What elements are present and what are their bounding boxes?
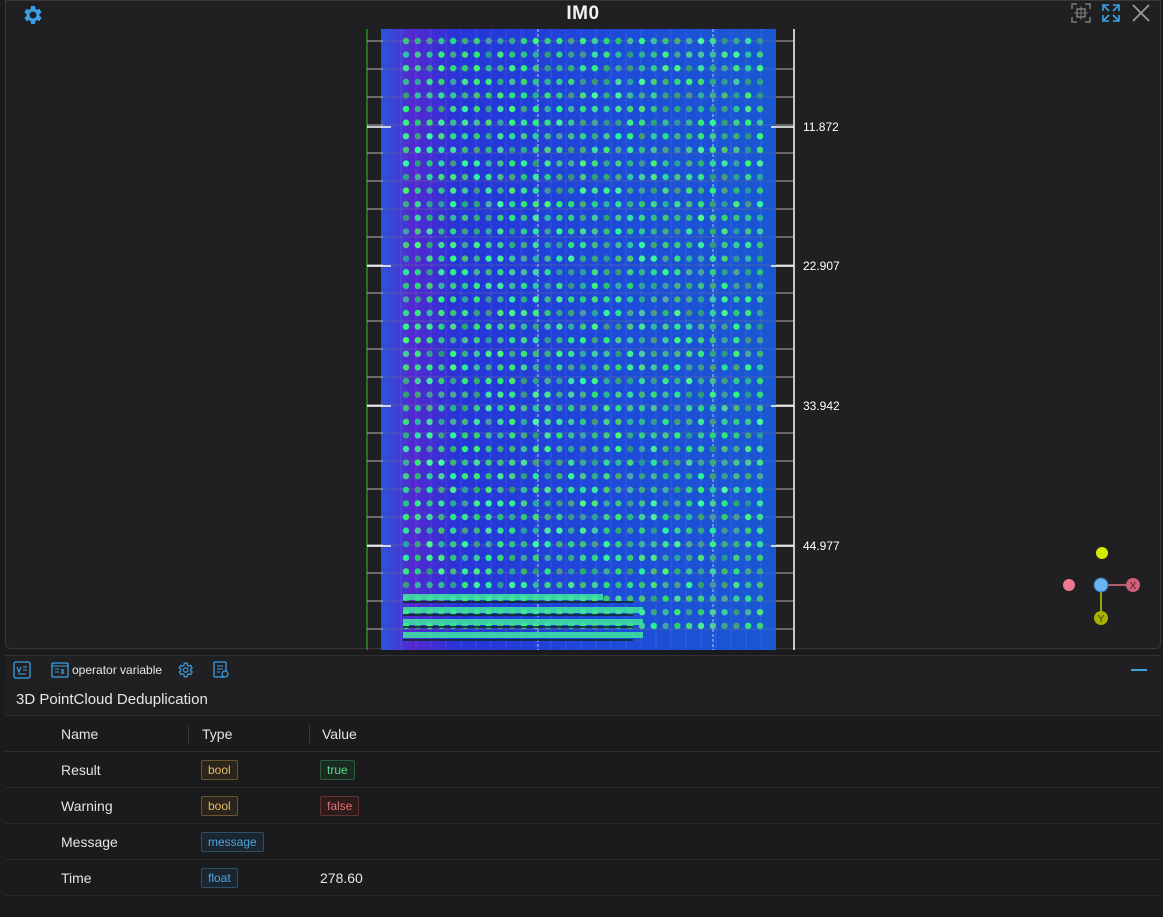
type-badge: bool bbox=[201, 759, 238, 780]
report-button[interactable] bbox=[212, 660, 230, 679]
panel-title: 3D PointCloud Deduplication bbox=[5, 684, 1161, 716]
axis-neg-x-handle[interactable] bbox=[1063, 579, 1075, 591]
table-row[interactable]: Warning bool false bbox=[5, 788, 1161, 824]
value-badge: true bbox=[320, 759, 355, 780]
axis-z-handle[interactable] bbox=[1096, 547, 1108, 559]
operator-variable-label: operator variable bbox=[72, 662, 163, 677]
value-badge: false bbox=[320, 795, 360, 816]
table-row[interactable]: Result bool true bbox=[5, 752, 1161, 788]
expand-icon[interactable] bbox=[1100, 2, 1122, 24]
viewer-panel: IM0 11.872 22.907 33.942 44.977 X Y bbox=[5, 0, 1161, 650]
axis-gizmo[interactable]: X Y bbox=[1056, 541, 1146, 631]
axis-y-label: Y bbox=[1098, 614, 1105, 625]
type-badge: float bbox=[201, 867, 238, 888]
settings-gear-icon bbox=[178, 662, 194, 677]
row-name: Result bbox=[61, 761, 101, 778]
column-header-value[interactable]: Value bbox=[310, 726, 1161, 742]
viewer-title: IM0 bbox=[566, 3, 600, 24]
table-row[interactable]: Message message bbox=[5, 824, 1161, 860]
axis-x-label: X bbox=[1130, 581, 1137, 592]
type-badge: bool bbox=[201, 795, 238, 816]
settings-button[interactable] bbox=[176, 661, 194, 679]
var-view-icon bbox=[13, 660, 31, 679]
report-icon bbox=[213, 660, 229, 678]
fit-view-icon[interactable] bbox=[1070, 2, 1092, 24]
axis-origin[interactable] bbox=[1093, 577, 1109, 593]
bottom-toolbar: operator variable bbox=[5, 655, 1161, 683]
operator-variable-button[interactable]: operator variable bbox=[51, 661, 162, 679]
var-view-button[interactable] bbox=[13, 660, 31, 679]
scale-tick-label: 33.942 bbox=[803, 399, 840, 413]
variable-list-icon bbox=[51, 661, 69, 678]
row-name: Time bbox=[61, 869, 92, 886]
row-name: Message bbox=[61, 833, 118, 850]
column-header-type[interactable]: Type bbox=[189, 726, 309, 742]
row-name: Warning bbox=[61, 797, 113, 814]
collapse-panel-button[interactable] bbox=[1131, 669, 1147, 671]
column-header-name[interactable]: Name bbox=[5, 726, 188, 742]
scale-tick-label: 44.977 bbox=[803, 539, 840, 553]
variables-table: Name Type Value Result bool true Warning… bbox=[5, 716, 1161, 896]
row-value: 278.60 bbox=[320, 869, 363, 886]
close-icon[interactable] bbox=[1130, 2, 1152, 24]
scale-tick-label: 22.907 bbox=[803, 259, 840, 273]
table-header: Name Type Value bbox=[5, 716, 1161, 752]
point-cloud-view[interactable] bbox=[361, 29, 801, 650]
type-badge: message bbox=[201, 831, 264, 852]
table-row[interactable]: Time float 278.60 bbox=[5, 860, 1161, 896]
scale-tick-label: 11.872 bbox=[803, 120, 839, 134]
